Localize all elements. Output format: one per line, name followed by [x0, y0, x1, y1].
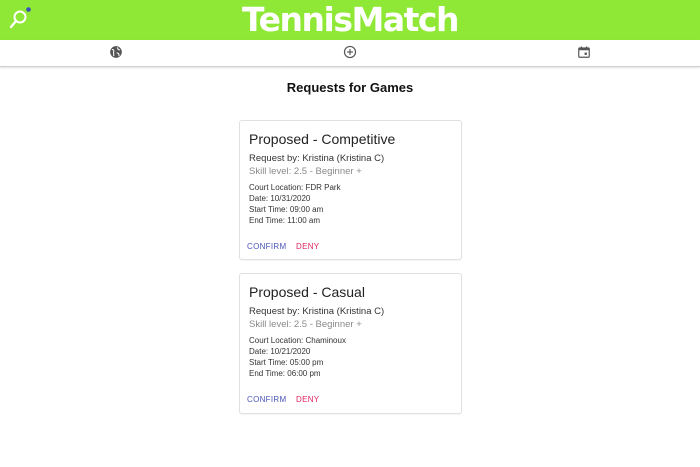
start-time: Start Time: 09:00 am	[249, 205, 324, 214]
skill-level-text: Skill level: 2.5 - Beginner +	[249, 319, 362, 330]
request-card: Proposed - Casual Request by: Kristina (…	[239, 273, 462, 414]
calendar-icon[interactable]	[577, 45, 593, 61]
globe-icon[interactable]	[109, 45, 125, 61]
add-circle-icon[interactable]	[343, 45, 359, 61]
game-details: Court Location: Chaminoux Date: 10/21/20…	[249, 335, 346, 379]
deny-button[interactable]: DENY	[296, 242, 319, 251]
skill-level-text: Skill level: 2.5 - Beginner +	[249, 166, 362, 177]
confirm-button[interactable]: CONFIRM	[247, 242, 286, 251]
game-date: Date: 10/21/2020	[249, 347, 311, 356]
requester-text: Request by: Kristina (Kristina C)	[249, 153, 385, 164]
confirm-button[interactable]: CONFIRM	[247, 395, 286, 404]
app-title: TennisMatch	[242, 0, 459, 39]
request-title: Proposed - Competitive	[249, 131, 396, 147]
end-time: End Time: 11:00 am	[249, 216, 320, 225]
court-location: Court Location: Chaminoux	[249, 336, 346, 345]
court-location: Court Location: FDR Park	[249, 183, 341, 192]
app-header: TennisMatch	[0, 0, 700, 40]
request-card: Proposed - Competitive Request by: Krist…	[239, 120, 462, 260]
request-title: Proposed - Casual	[249, 284, 365, 300]
game-date: Date: 10/31/2020	[249, 194, 311, 203]
game-details: Court Location: FDR Park Date: 10/31/202…	[249, 182, 341, 226]
nav-bar	[0, 40, 700, 67]
start-time: Start Time: 05:00 pm	[249, 358, 324, 367]
deny-button[interactable]: DENY	[296, 395, 319, 404]
end-time: End Time: 06:00 pm	[249, 369, 321, 378]
requester-text: Request by: Kristina (Kristina C)	[249, 306, 385, 317]
page-title: Requests for Games	[286, 80, 414, 95]
